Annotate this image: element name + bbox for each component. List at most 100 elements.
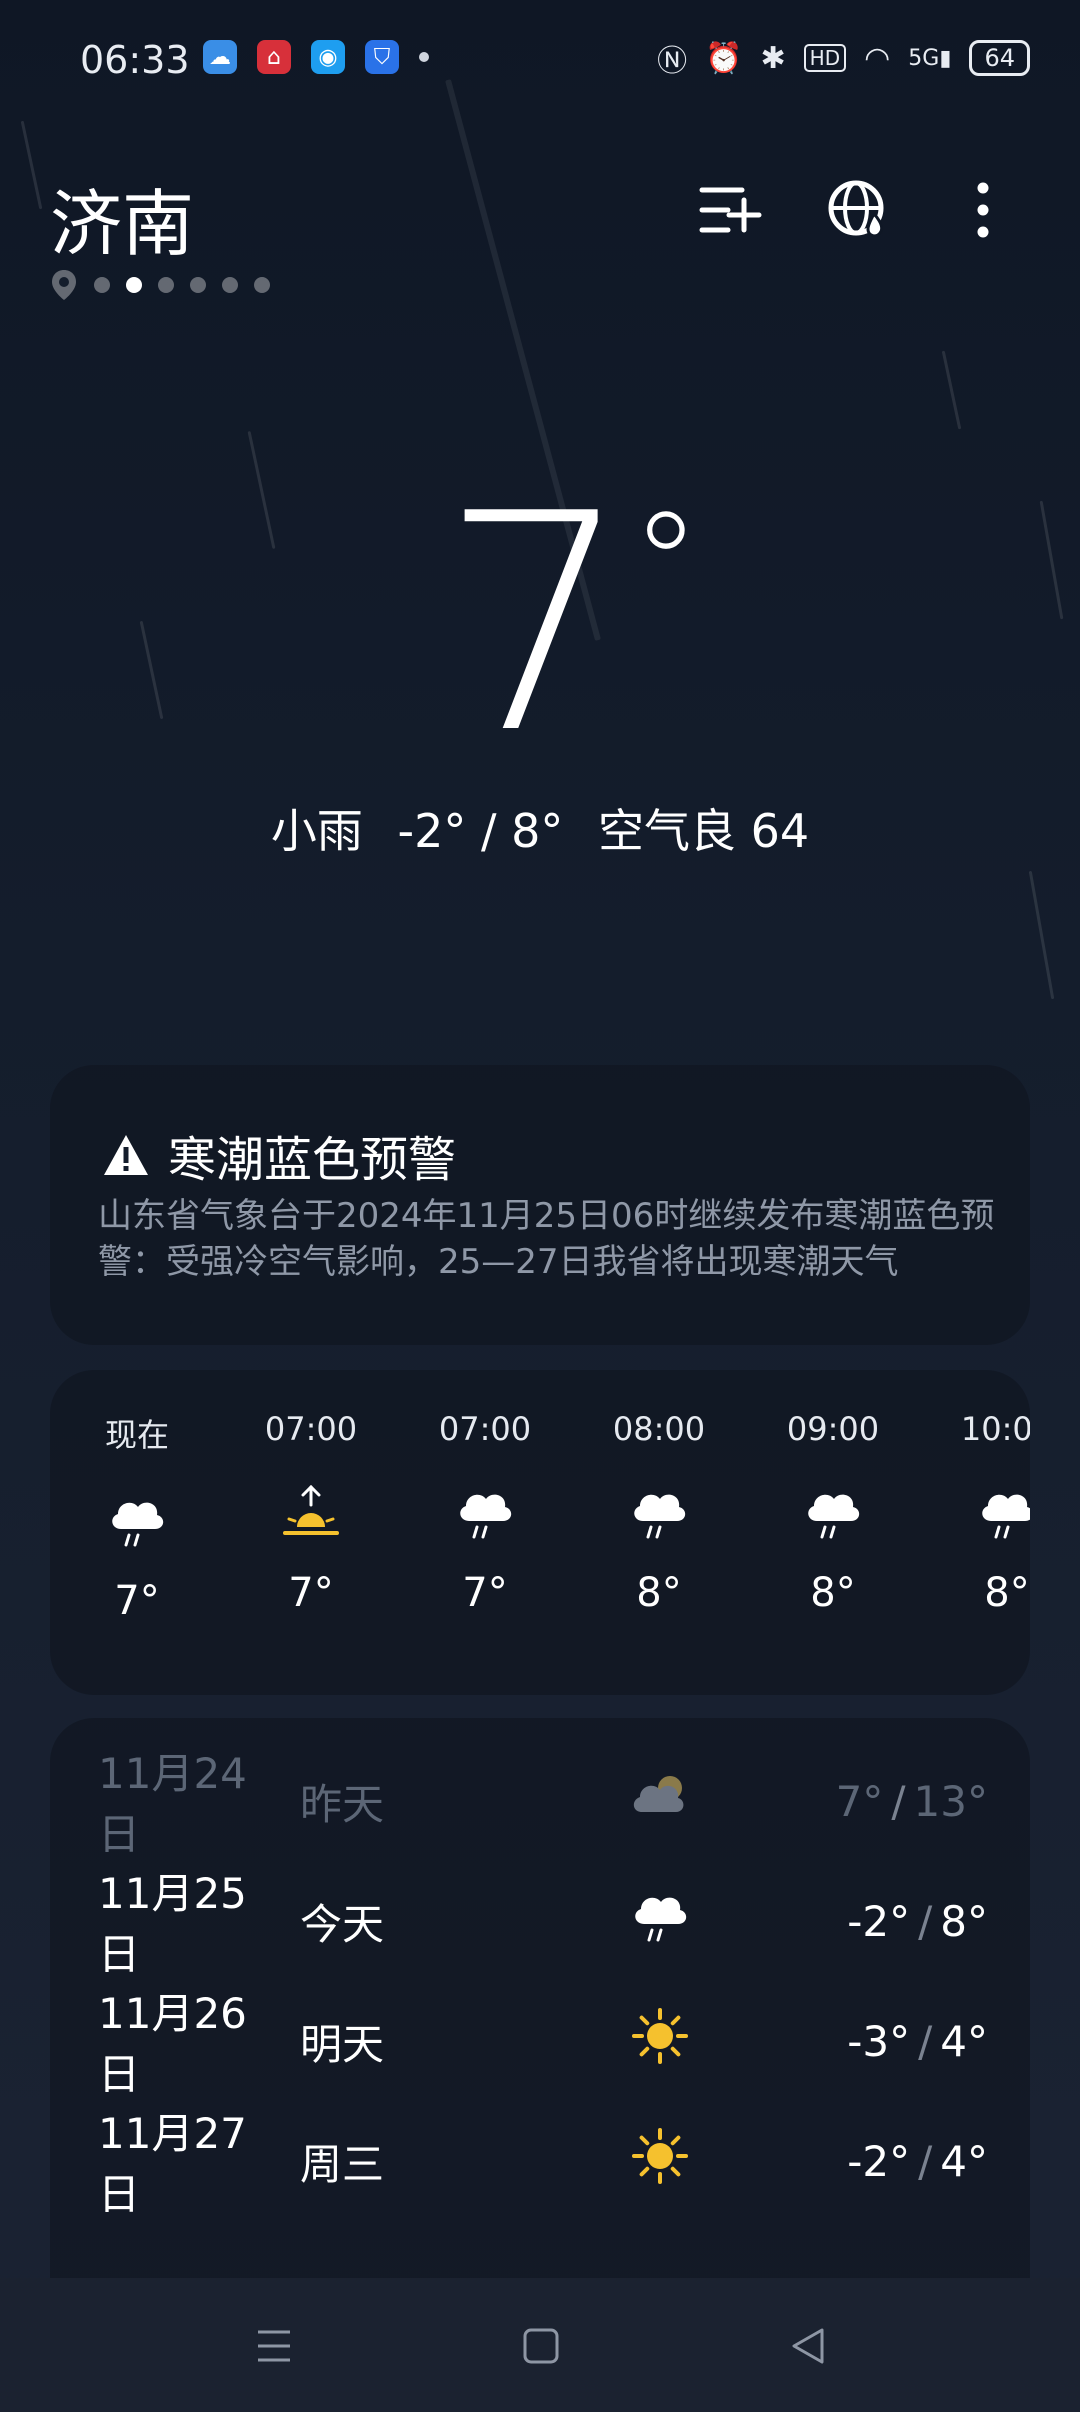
home-square-icon	[523, 2328, 559, 2364]
sun-icon	[632, 2128, 688, 2184]
rain-cloud-icon	[808, 1494, 860, 1539]
warning-icon	[104, 1135, 148, 1175]
battery-indicator: 64	[969, 40, 1030, 76]
bluetooth-icon: ✱	[760, 40, 786, 76]
daily-row[interactable]: 11月25日 今天 -2°/8°	[98, 1869, 988, 1979]
global-weather-button[interactable]	[823, 175, 893, 245]
air-quality[interactable]: 空气良 64	[598, 804, 809, 858]
rain-cloud-icon	[982, 1494, 1030, 1539]
alarm-icon: ⏰	[705, 40, 743, 76]
hour-temp: 8°	[636, 1570, 682, 1616]
home-button[interactable]	[511, 2316, 571, 2376]
hourly-scroll[interactable]: 现在 7° 07:00 7° 07:00 7° 08:00 8° 09:00 8…	[50, 1370, 1030, 1695]
temp-range: -2° / 8°	[397, 804, 564, 858]
page-dot	[94, 277, 110, 293]
hourly-forecast-card[interactable]: 现在 7° 07:00 7° 07:00 7° 08:00 8° 09:00 8…	[50, 1370, 1030, 1695]
hour-temp: 8°	[984, 1570, 1030, 1616]
alert-description: 山东省气象台于2024年11月25日06时继续发布寒潮蓝色预警：受强冷空气影响，…	[98, 1196, 995, 1282]
current-temperature: 7°	[440, 475, 701, 775]
more-notifications-dot-icon	[419, 52, 429, 62]
day-icon	[628, 2004, 692, 2078]
hour-time: 08:00	[612, 1410, 706, 1448]
hour-icon	[572, 1468, 746, 1558]
range-separator: /	[918, 2016, 933, 2066]
hour-icon	[398, 1468, 572, 1558]
nfc-icon: Ⓝ	[657, 44, 688, 79]
temperature-value: 7	[440, 450, 631, 799]
day-high: 13°	[913, 1776, 988, 1826]
rain-cloud-icon	[635, 1897, 687, 1942]
add-list-icon	[699, 187, 762, 233]
partly-cloudy-icon	[633, 1776, 684, 1812]
day-low: -3°	[847, 2016, 911, 2066]
recent-apps-button[interactable]	[244, 2316, 304, 2376]
day-range: -2°/8°	[847, 1897, 988, 1946]
day-date: 11月25日	[98, 1869, 247, 1979]
hour-time: 07:00	[438, 1410, 532, 1448]
weather-alert-card[interactable]: 寒潮蓝色预警 山东省气象台于2024年11月25日06时继续发布寒潮蓝色预警：受…	[50, 1065, 1030, 1345]
location-pin-icon	[52, 270, 76, 300]
daily-row[interactable]: 11月26日 明天 -3°/4°	[98, 1989, 988, 2099]
rain-cloud-icon	[460, 1494, 512, 1539]
bank-app-icon: ⌂	[257, 40, 291, 74]
day-high: 4°	[940, 2136, 988, 2186]
hour-icon	[920, 1468, 1030, 1558]
back-button[interactable]	[778, 2316, 838, 2376]
rain-streak	[941, 350, 962, 430]
hourly-item: 10:00 8°	[920, 1410, 1030, 1616]
hour-time: 现在	[104, 1416, 169, 1454]
day-range: 7°/13°	[836, 1777, 988, 1826]
day-icon	[628, 2124, 692, 2198]
day-label: 今天	[300, 1899, 385, 1949]
day-label: 明天	[300, 2019, 385, 2069]
day-low: 7°	[835, 1776, 884, 1826]
alert-title-row: 寒潮蓝色预警	[102, 1120, 456, 1190]
status-bar: 06:33 ☁ ⌂ ◉ ⛉ Ⓝ ⏰ ✱ HD ◠ 5G▮ 64	[0, 0, 1080, 125]
more-options-button[interactable]	[948, 175, 1018, 245]
hour-temp: 7°	[288, 1570, 334, 1616]
hour-icon	[746, 1468, 920, 1558]
wifi-icon: ◠	[864, 40, 891, 76]
daily-row[interactable]: 11月24日 昨天 7°/13°	[98, 1749, 988, 1859]
day-label: 昨天	[300, 1779, 385, 1829]
hourly-item: 07:00 7°	[224, 1410, 398, 1616]
condition-text: 小雨	[270, 804, 363, 858]
city-page-indicator[interactable]	[50, 268, 270, 302]
hourly-item: 07:00 7°	[398, 1410, 572, 1616]
manage-cities-button[interactable]	[695, 175, 765, 245]
rain-streak	[247, 430, 276, 550]
hour-time: 10:00	[960, 1410, 1030, 1448]
hd-icon: HD	[803, 44, 847, 72]
hour-temp: 7°	[462, 1570, 508, 1616]
hourly-item: 09:00 8°	[746, 1410, 920, 1616]
day-high: 8°	[940, 1896, 988, 1946]
hour-time: 07:00	[264, 1410, 358, 1448]
range-separator: /	[918, 1896, 933, 1946]
status-time: 06:33	[80, 38, 190, 82]
qq-app-icon: ◉	[311, 40, 345, 74]
system-nav-bar	[0, 2278, 1080, 2412]
signal-5g-icon: 5G▮	[908, 45, 952, 71]
city-name[interactable]: 济南	[50, 165, 194, 270]
page-dot	[158, 277, 174, 293]
menu-icon	[258, 2330, 290, 2362]
page-dot	[254, 277, 270, 293]
hourly-item: 08:00 8°	[572, 1410, 746, 1616]
shield-app-icon: ⛉	[365, 40, 399, 74]
rain-streak	[20, 120, 43, 210]
hour-temp: 7°	[114, 1578, 160, 1624]
rain-streak	[1039, 500, 1064, 620]
hour-icon	[224, 1468, 398, 1558]
daily-forecast-card[interactable]: 11月24日 昨天 7°/13° 11月25日 今天 -2°/8° 11月26日 明…	[50, 1718, 1030, 2278]
degree-symbol: °	[630, 483, 701, 646]
page-dot	[222, 277, 238, 293]
day-low: -2°	[847, 1896, 911, 1946]
day-icon	[628, 1884, 692, 1958]
day-date: 11月26日	[98, 1989, 247, 2099]
globe-drop-icon	[828, 180, 884, 238]
rain-streak	[139, 620, 164, 720]
day-label: 周三	[300, 2139, 385, 2189]
notification-icons: ☁ ⌂ ◉ ⛉	[203, 40, 429, 74]
rain-cloud-icon	[112, 1502, 164, 1547]
daily-row[interactable]: 11月27日 周三 -2°/4°	[98, 2109, 988, 2219]
